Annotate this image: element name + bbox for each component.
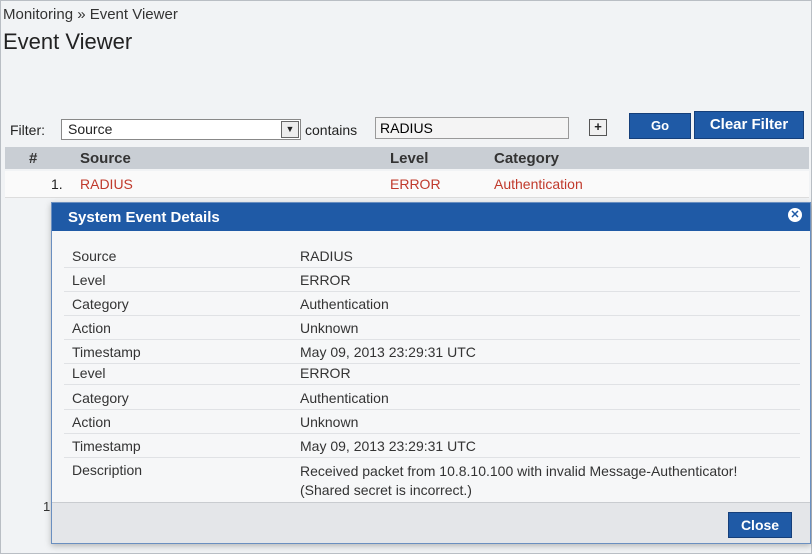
dialog-footer: Close: [52, 502, 810, 543]
filter-operator-label: contains: [305, 122, 358, 138]
detail-value: RADIUS: [300, 248, 353, 264]
detail-value: May 09, 2013 23:29:31 UTC: [300, 344, 476, 360]
chevron-down-icon[interactable]: ▼: [281, 121, 299, 138]
app-frame: Monitoring » Event Viewer Event Viewer F…: [0, 0, 812, 554]
detail-row-category: Category Authentication: [64, 291, 800, 316]
filter-value-input[interactable]: [375, 117, 569, 139]
detail-key: Category: [72, 296, 129, 312]
detail-key: Timestamp: [72, 344, 141, 360]
row-level: ERROR: [390, 176, 441, 192]
filter-label: Filter:: [10, 122, 45, 138]
row-category: Authentication: [494, 176, 583, 192]
detail-row-action: Action Unknown: [64, 315, 800, 340]
filter-field-value: Source: [68, 121, 113, 137]
row-number: 1.: [51, 176, 63, 192]
detail-key: Category: [72, 390, 129, 406]
detail-value: ERROR: [300, 365, 351, 381]
filter-bar: Filter: Source ▼ contains + Go Clear Fil…: [9, 111, 809, 141]
detail-row-category: Category Authentication: [64, 385, 800, 410]
row-source: RADIUS: [80, 176, 133, 192]
column-header-category[interactable]: Category: [494, 150, 559, 167]
dialog-title: System Event Details: [68, 209, 220, 226]
detail-row-action: Action Unknown: [64, 409, 800, 434]
add-filter-button[interactable]: +: [589, 119, 607, 136]
breadcrumb[interactable]: Monitoring » Event Viewer: [3, 6, 178, 23]
column-header-source[interactable]: Source: [80, 150, 131, 167]
detail-key: Level: [72, 365, 106, 381]
detail-value: ERROR: [300, 272, 351, 288]
detail-row-level: Level ERROR: [64, 360, 800, 385]
detail-key: Timestamp: [72, 438, 141, 454]
detail-row-timestamp: Timestamp May 09, 2013 23:29:31 UTC: [64, 433, 800, 458]
go-button[interactable]: Go: [629, 113, 691, 139]
detail-value: Unknown: [300, 414, 359, 430]
detail-key: Action: [72, 320, 111, 336]
detail-value: Unknown: [300, 320, 359, 336]
detail-key: Level: [72, 272, 106, 288]
detail-row-description: Description Received packet from 10.8.10…: [64, 457, 800, 501]
detail-key: Description: [72, 462, 143, 478]
dialog-header: System Event Details ✕: [52, 203, 810, 231]
close-icon[interactable]: ✕: [788, 208, 802, 222]
column-header-number[interactable]: #: [29, 150, 37, 167]
clear-filter-button[interactable]: Clear Filter: [694, 111, 804, 139]
table-row[interactable]: 1. RADIUS ERROR Authentication: [5, 171, 809, 198]
column-header-level[interactable]: Level: [390, 150, 428, 167]
row-number: 1: [43, 499, 51, 514]
filter-field-select[interactable]: Source ▼: [61, 119, 301, 140]
event-details-dialog: System Event Details ✕ Source RADIUS Lev…: [51, 202, 811, 544]
detail-value: Authentication: [300, 390, 389, 406]
detail-value: Received packet from 10.8.10.100 with in…: [300, 463, 738, 498]
page-title: Event Viewer: [3, 29, 133, 54]
detail-value: May 09, 2013 23:29:31 UTC: [300, 438, 476, 454]
detail-row-level: Level ERROR: [64, 267, 800, 292]
detail-value: Authentication: [300, 296, 389, 312]
close-button[interactable]: Close: [728, 512, 792, 538]
detail-key: Source: [72, 248, 117, 264]
detail-row-source: Source RADIUS: [64, 243, 800, 268]
table-header: # Source Level Category: [5, 147, 809, 169]
detail-key: Action: [72, 414, 111, 430]
